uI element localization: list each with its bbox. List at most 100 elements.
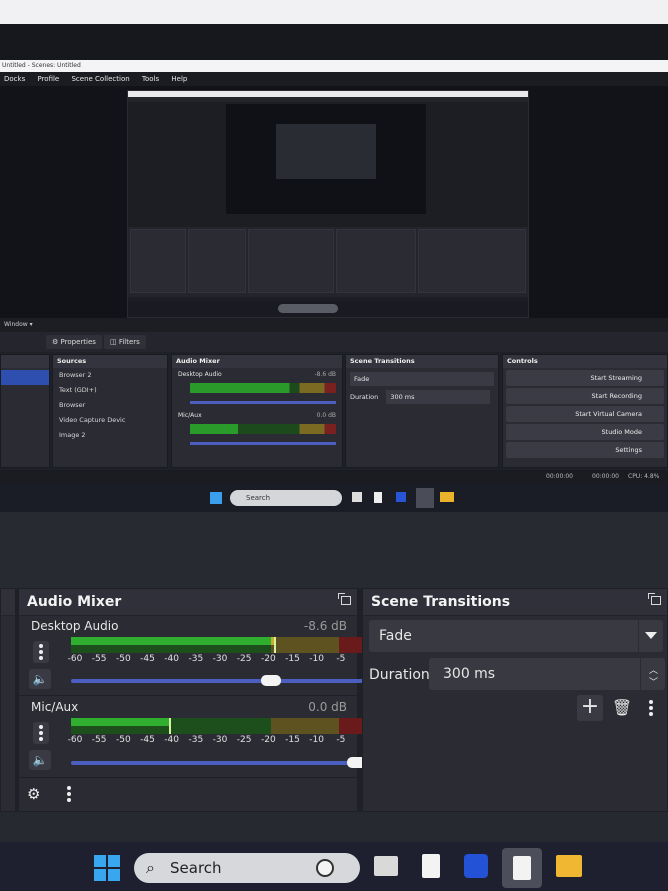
source-item[interactable]: Browser	[53, 398, 167, 413]
nested-docks	[128, 227, 528, 297]
small-search-box[interactable]: Search	[230, 490, 342, 506]
desktop-audio-menu-icon[interactable]	[33, 641, 49, 663]
small-transition-select[interactable]: Fade	[350, 372, 494, 386]
small-audio-mixer: Audio Mixer Desktop Audio -8.6 dB Mic/Au…	[171, 354, 343, 468]
desktop-audio-volume-knob[interactable]	[260, 675, 281, 686]
menu-tools[interactable]: Tools	[142, 75, 159, 83]
notepad-icon-active[interactable]	[502, 848, 542, 888]
small-duration-input[interactable]: 300 ms	[386, 390, 491, 404]
meter-zone	[270, 637, 340, 653]
properties-bar: ⚙ Properties ◫ Filters	[0, 332, 668, 352]
mic-aux-volume-slider[interactable]	[71, 757, 369, 768]
properties-tab[interactable]: ⚙ Properties	[46, 335, 102, 349]
inner-window-title: Untitled - Scenes: Untitled	[0, 60, 668, 72]
windows-taskbar: ⌕ Search	[0, 842, 668, 891]
file-icon[interactable]	[422, 854, 440, 878]
tick-label: -30	[212, 735, 228, 745]
small-duration-label: Duration	[350, 393, 379, 401]
tick-label: -5	[336, 735, 346, 745]
duration-label: Duration	[369, 667, 430, 683]
windows-start-icon[interactable]	[210, 492, 222, 504]
status-time-1: 00:00:00	[546, 473, 573, 480]
tick-label: -10	[309, 654, 325, 664]
menu-help[interactable]: Help	[171, 75, 187, 83]
menu-profile[interactable]: Profile	[37, 75, 59, 83]
undock-icon[interactable]	[338, 593, 351, 605]
small-ch1-name: Desktop Audio	[178, 371, 222, 378]
mixer-menu-icon[interactable]	[67, 785, 73, 803]
tick-label: -15	[285, 654, 300, 664]
desktop-audio-db: -8.6 dB	[303, 619, 347, 633]
small-ch2-slider[interactable]	[190, 442, 336, 445]
transition-menu-icon[interactable]	[649, 700, 655, 718]
tick-label: -25	[236, 735, 252, 745]
source-item[interactable]: Video Capture Devic	[53, 413, 167, 428]
desktop-audio-volume-slider[interactable]	[71, 675, 369, 686]
scene-transitions-panel: Scene Transitions Fade Duration 300 ms ︿…	[362, 588, 668, 812]
start-streaming-button[interactable]: Start Streaming	[506, 370, 664, 386]
source-item[interactable]: Browser 2	[53, 368, 167, 383]
roblox-icon[interactable]	[464, 854, 488, 878]
menu-docks[interactable]: Docks	[4, 75, 25, 83]
taskbar-search-box[interactable]: ⌕ Search	[134, 853, 360, 883]
trash-icon[interactable]: 🗑	[611, 695, 633, 721]
tick-label: -45	[140, 654, 155, 664]
desktop-audio-meter	[71, 637, 369, 653]
small-scene-transitions: Scene Transitions Fade Duration 300 ms	[345, 354, 499, 468]
file-icon[interactable]	[374, 492, 382, 503]
spin-down-icon[interactable]: ﹀	[649, 675, 658, 688]
add-transition-icon[interactable]: +	[577, 695, 603, 721]
studio-mode-button[interactable]: Studio Mode	[506, 424, 664, 440]
mic-aux-menu-icon[interactable]	[33, 722, 49, 744]
notepad-icon[interactable]	[416, 488, 434, 508]
meter-peak	[169, 718, 172, 734]
chevron-down-icon	[645, 632, 657, 639]
small-mixer-header: Audio Mixer	[172, 355, 342, 368]
undock-icon[interactable]	[648, 593, 661, 605]
mic-aux-db: 0.0 dB	[308, 700, 347, 714]
mic-aux-meter	[71, 718, 369, 734]
meter-peak	[273, 637, 276, 653]
transition-select[interactable]: Fade	[369, 620, 663, 652]
desktop-audio-speaker-icon[interactable]: 🔈	[29, 669, 51, 689]
tick-label: -50	[115, 654, 131, 664]
duration-input[interactable]: 300 ms ︿ ﹀	[429, 658, 665, 690]
source-item[interactable]: Text (GDI+)	[53, 383, 167, 398]
nested-mixer-dock	[248, 229, 334, 293]
task-view-icon[interactable]	[374, 856, 398, 876]
start-recording-button[interactable]: Start Recording	[506, 388, 664, 404]
tick-label: -55	[91, 735, 107, 745]
tick-label: -10	[309, 735, 325, 745]
windows-start-icon[interactable]	[94, 855, 120, 881]
selected-scene[interactable]	[1, 370, 49, 385]
meter-level	[71, 718, 170, 726]
nested-canvas	[226, 104, 426, 214]
tick-label: -5	[336, 654, 346, 664]
menu-scene-collection[interactable]: Scene Collection	[71, 75, 129, 83]
small-scenes-dock	[0, 354, 50, 468]
desktop-audio-scale: -60-55-50-45-40-35-30-25-20-15-10-50	[67, 654, 371, 666]
settings-button[interactable]: Settings	[506, 442, 664, 458]
source-item[interactable]: Image 2	[53, 428, 167, 443]
folder-icon[interactable]	[440, 492, 454, 502]
roblox-icon[interactable]	[396, 492, 406, 502]
folder-icon[interactable]	[556, 855, 582, 877]
tick-label: -60	[67, 654, 83, 664]
filters-tab[interactable]: ◫ Filters	[104, 335, 146, 349]
sources-header: Sources	[53, 355, 167, 368]
small-ch2-name: Mic/Aux	[178, 412, 202, 419]
advanced-audio-gear-icon[interactable]: ⚙	[27, 785, 40, 803]
small-ch2-db: 0.0 dB	[316, 412, 336, 419]
duration-value: 300 ms	[443, 666, 496, 682]
left-dock-edge	[0, 588, 16, 812]
mic-aux-scale: -60-55-50-45-40-35-30-25-20-15-10-50	[68, 735, 371, 747]
task-view-icon[interactable]	[352, 492, 362, 502]
nested-transitions-dock	[336, 229, 416, 293]
mic-aux-speaker-icon[interactable]: 🔈	[29, 750, 51, 770]
audio-mixer-title: Audio Mixer	[27, 594, 122, 610]
nested-controls-dock	[418, 229, 526, 293]
start-virtual-camera-button[interactable]: Start Virtual Camera	[506, 406, 664, 422]
nested-scenes-dock	[130, 229, 186, 293]
background-gap	[0, 512, 668, 588]
small-taskbar: Search	[0, 484, 668, 512]
